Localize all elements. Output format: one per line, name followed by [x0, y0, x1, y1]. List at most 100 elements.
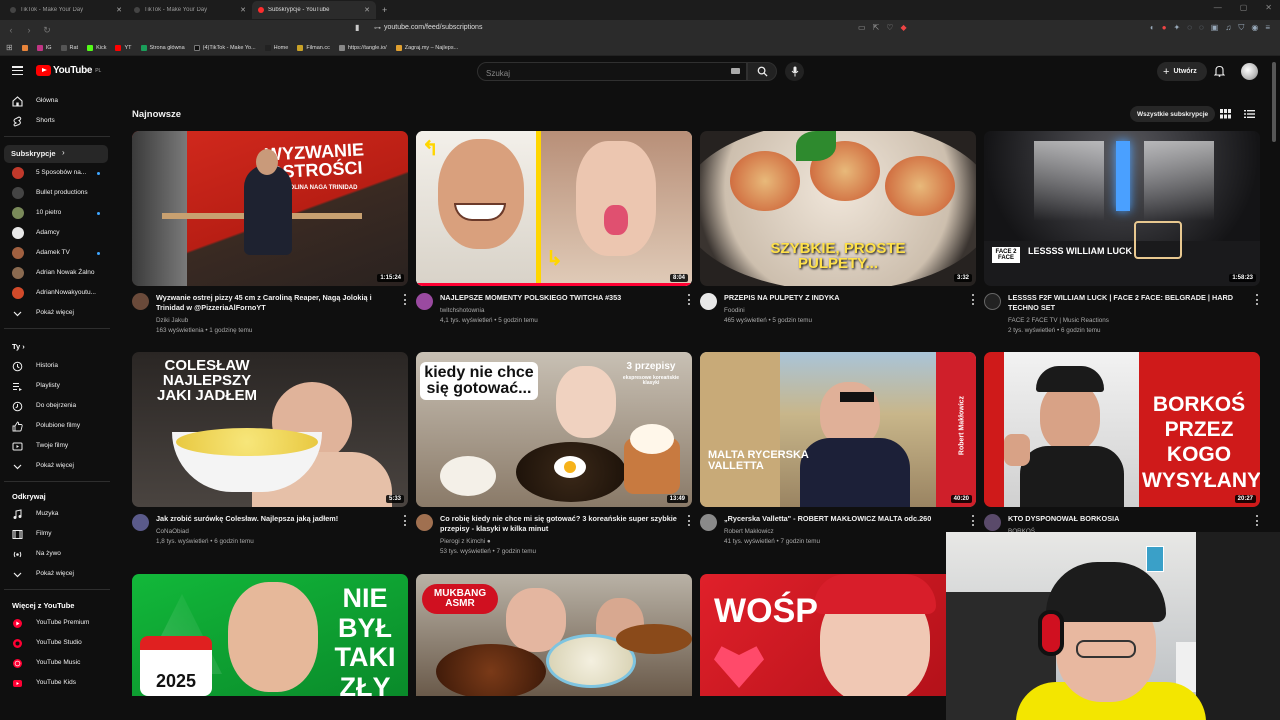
video-thumbnail[interactable]: MALTA RYCERSKA VALLETTA Robert Makłowicz… [700, 352, 976, 507]
video-title[interactable]: LESSSS F2F WILLIAM LUCK | FACE 2 FACE: B… [1008, 293, 1248, 313]
site-info-icon[interactable]: ⊶ [374, 24, 381, 32]
channel-name[interactable]: Pierogi z Kimchi ● [440, 538, 491, 545]
browser-tab[interactable]: TikTok - Make Your Day ✕ [4, 1, 128, 19]
video-card[interactable]: COLESŁAW NAJLEPSZY JAKI JADŁEM 5:33 Jak … [132, 352, 408, 564]
more-options-icon[interactable] [687, 294, 691, 305]
notifications-bell-icon[interactable] [1214, 65, 1225, 77]
video-thumbnail[interactable]: SZYBKIE, PROSTE PULPETY... 3:32 [700, 131, 976, 286]
favorite-icon[interactable]: ♡ [886, 23, 893, 32]
reload-icon[interactable]: ↻ [40, 25, 54, 36]
search-button[interactable] [747, 62, 777, 81]
music-player-icon[interactable]: ♫ [1225, 23, 1231, 33]
video-thumbnail[interactable]: WYZWANIE OSTROŚCI CAROLINA NAGA TRINIDAD… [132, 131, 408, 286]
channel-avatar[interactable] [416, 514, 433, 531]
video-card[interactable]: ↰ ↳ 8:04 NAJLEPSZE MOMENTY POLSKIEGO TWI… [416, 131, 692, 343]
more-options-icon[interactable] [1255, 294, 1259, 305]
sidebar-subscription[interactable]: Adamek TV [4, 244, 108, 262]
messenger-icon[interactable]: ◌ [1187, 23, 1192, 33]
video-card[interactable]: MUKBANG ASMR [416, 574, 692, 696]
browser-menu-icon[interactable]: ≡ [1265, 23, 1270, 33]
close-tab-icon[interactable]: ✕ [364, 6, 370, 14]
keyboard-icon[interactable] [731, 68, 740, 74]
sidebar-item-youtube-kids[interactable]: YouTube Kids [4, 674, 108, 692]
channel-name[interactable]: Dziki Jakub [156, 317, 188, 324]
sidebar-subscription[interactable]: Adrian Nowak Żalno [4, 264, 108, 282]
video-card[interactable]: kiedy nie chce się gotować... 3 przepisy… [416, 352, 692, 564]
sidebar-subscriptions-heading[interactable]: Subskrypcje › [4, 145, 108, 163]
new-tab-icon[interactable]: + [382, 5, 387, 15]
grid-view-icon[interactable] [1220, 109, 1231, 119]
video-card[interactable]: 2025 NIE BYŁ TAKI ZŁY [132, 574, 408, 696]
sidebar-item-history[interactable]: Historia [4, 357, 108, 375]
video-card[interactable]: MALTA RYCERSKA VALLETTA Robert Makłowicz… [700, 352, 976, 564]
maximize-icon[interactable]: ▢ [1240, 3, 1248, 12]
url-field[interactable]: youtube.com/feed/subscriptions [384, 24, 482, 31]
bookmark-item[interactable]: Rat [60, 44, 78, 51]
sidebar-item-playlists[interactable]: Playlisty [4, 377, 108, 395]
bookmark-item[interactable]: YT [115, 44, 132, 51]
page-scrollbar[interactable] [1272, 62, 1276, 142]
extension-badge-icon[interactable]: ◆ [900, 23, 906, 32]
vpn-icon[interactable]: ◐ [1150, 23, 1155, 33]
channel-avatar[interactable] [700, 293, 717, 310]
sidebar-item-music[interactable]: Muzyka [4, 505, 108, 523]
video-thumbnail[interactable]: 2025 NIE BYŁ TAKI ZŁY [132, 574, 408, 696]
sidebar-explore-show-more[interactable]: Pokaż więcej [4, 565, 108, 583]
create-button[interactable]: + Utwórz [1157, 62, 1207, 81]
channel-avatar[interactable] [984, 293, 1001, 310]
share-icon[interactable]: ⇱ [873, 23, 880, 32]
bookmark-item[interactable]: (4)TikTok - Make Yo... [193, 44, 256, 51]
all-subscriptions-button[interactable]: Wszystkie subskrypcje [1130, 106, 1216, 122]
sidebar-item-liked[interactable]: Polubione filmy [4, 417, 108, 435]
bookmark-item[interactable]: Kick [87, 44, 106, 51]
search-input[interactable] [478, 65, 718, 82]
sidebar-item-live[interactable]: Na żywo [4, 545, 108, 563]
bookmark-item[interactable]: IG [36, 44, 52, 51]
sidebar-subscription[interactable]: Adamcy [4, 224, 108, 242]
sidebar-item-youtube-music[interactable]: YouTube Music [4, 654, 108, 672]
video-title[interactable]: Wyzwanie ostrej pizzy 45 cm z Caroliną R… [156, 293, 396, 313]
minimize-icon[interactable]: — [1214, 3, 1222, 12]
video-title[interactable]: NAJLEPSZE MOMENTY POLSKIEGO TWITCHA #353 [440, 293, 680, 303]
sidebar-subscription[interactable]: 10 pietro [4, 204, 108, 222]
video-card[interactable]: FACE 2 FACE LESSSS WILLIAM LUCK 1:58:23 … [984, 131, 1260, 343]
sidebar-subscription[interactable]: 5 Sposobów na... [4, 164, 108, 182]
channel-name[interactable]: FACE 2 FACE TV | Music Reactions [1008, 317, 1109, 324]
bookmark-item[interactable]: https://tangle.io/ [338, 44, 387, 51]
video-card[interactable]: WOŚP [700, 574, 976, 696]
browser-tab[interactable]: TikTok - Make Your Day ✕ [128, 1, 252, 19]
shield-icon[interactable]: ⛉ [1238, 23, 1244, 33]
video-card[interactable]: SZYBKIE, PROSTE PULPETY... 3:32 PRZEPIS … [700, 131, 976, 343]
close-tab-icon[interactable]: ✕ [116, 6, 122, 14]
more-options-icon[interactable] [971, 294, 975, 305]
video-thumbnail[interactable]: BORKOŚ PRZEZ KOGO WYSYŁANY 20:27 [984, 352, 1260, 507]
channel-name[interactable]: twitchshotownia [440, 307, 484, 314]
channel-avatar[interactable] [984, 514, 1001, 531]
extensions-icon[interactable]: ✦ [1174, 23, 1181, 33]
channel-avatar[interactable] [416, 293, 433, 310]
more-options-icon[interactable] [403, 515, 407, 526]
voice-search-button[interactable] [785, 62, 804, 81]
video-thumbnail[interactable]: MUKBANG ASMR [416, 574, 692, 696]
adblock-icon[interactable]: ● [1162, 23, 1167, 33]
sidebar-item-your-videos[interactable]: Twoje filmy [4, 437, 108, 455]
hamburger-menu-icon[interactable] [12, 66, 23, 75]
bookmark-item[interactable]: Filman.cc [297, 44, 330, 51]
close-tab-icon[interactable]: ✕ [240, 6, 246, 14]
channel-avatar[interactable] [132, 293, 149, 310]
more-options-icon[interactable] [971, 515, 975, 526]
sidebar-icon[interactable]: ▣ [1211, 23, 1219, 33]
browser-tab-active[interactable]: Subskrypcje - YouTube ✕ [252, 1, 376, 19]
video-thumbnail[interactable]: ↰ ↳ 8:04 [416, 131, 692, 286]
bookmark-item[interactable]: Zagraj.my – Najleps... [395, 44, 458, 51]
sidebar-item-films[interactable]: Filmy [4, 525, 108, 543]
sidebar-you-show-more[interactable]: Pokaż więcej [4, 457, 108, 475]
video-title[interactable]: „Rycerska Valletta" - ROBERT MAKŁOWICZ M… [724, 514, 964, 524]
bookmark-item[interactable]: Strona główna [140, 44, 185, 51]
apps-grid-icon[interactable]: ⊞ [6, 43, 13, 52]
channel-name[interactable]: Robert Makłowicz [724, 528, 774, 535]
channel-name[interactable]: Foodini [724, 307, 745, 314]
back-icon[interactable]: ‹ [4, 25, 18, 35]
whatsapp-icon[interactable]: ◌ [1199, 23, 1204, 33]
channel-avatar[interactable] [132, 514, 149, 531]
